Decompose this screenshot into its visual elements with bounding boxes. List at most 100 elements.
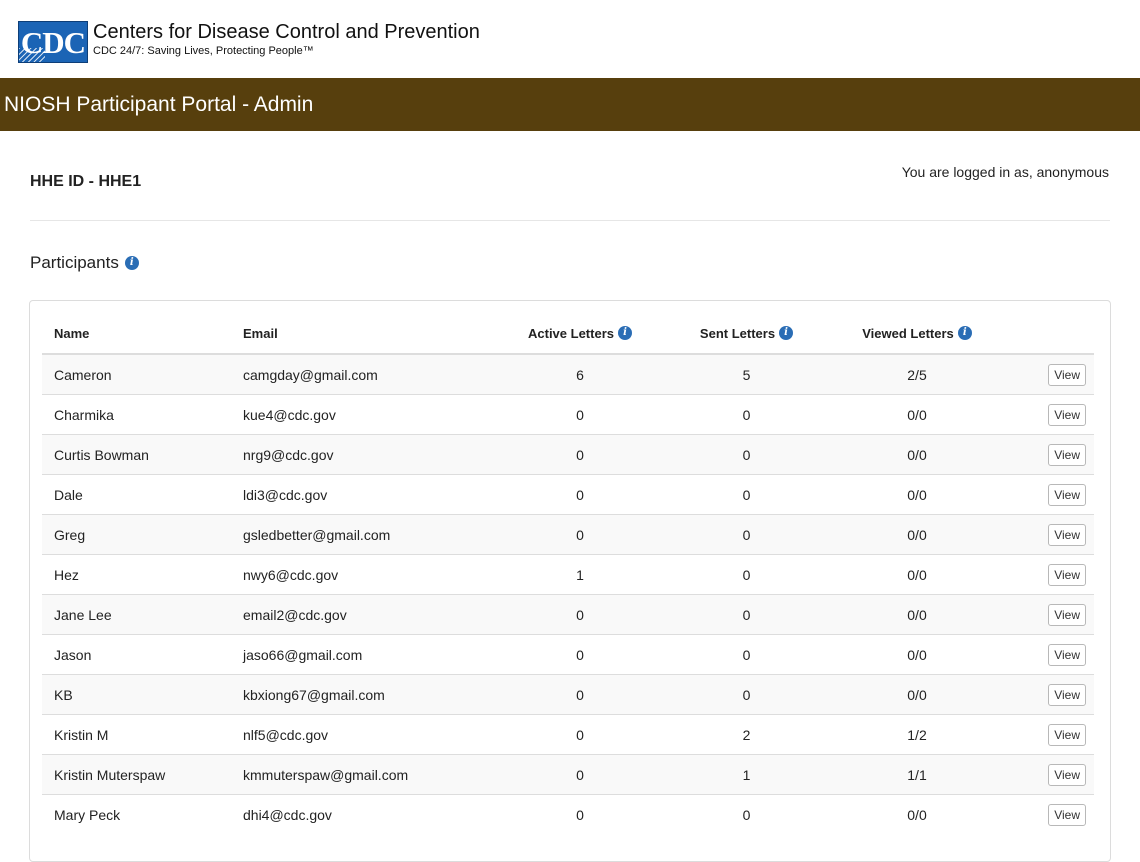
active-letters-count: 6 bbox=[481, 353, 679, 395]
row-actions: View bbox=[1020, 474, 1094, 515]
column-header-actions bbox=[1020, 313, 1094, 355]
viewed-letters-ratio: 0/0 bbox=[814, 594, 1020, 635]
participant-email: kmmuterspaw@gmail.com bbox=[231, 754, 481, 795]
row-actions: View bbox=[1020, 394, 1094, 435]
participants-panel: Name Email Active Letters i Sent Letters i… bbox=[29, 300, 1111, 862]
table-row: KB kbxiong67@gmail.com 0 0 0/0 View bbox=[42, 674, 1094, 715]
participant-email: gsledbetter@gmail.com bbox=[231, 514, 481, 555]
participant-name: Dale bbox=[42, 474, 231, 515]
active-letters-count: 0 bbox=[481, 514, 679, 555]
sent-letters-count: 0 bbox=[679, 594, 814, 635]
view-button[interactable]: View bbox=[1048, 403, 1086, 426]
row-actions: View bbox=[1020, 594, 1094, 635]
participant-email: kue4@cdc.gov bbox=[231, 394, 481, 435]
viewed-letters-ratio: 0/0 bbox=[814, 514, 1020, 555]
row-actions: View bbox=[1020, 754, 1094, 795]
participant-email: email2@cdc.gov bbox=[231, 594, 481, 635]
table-row: Kristin Muterspaw kmmuterspaw@gmail.com 0 1… bbox=[42, 754, 1094, 795]
column-header-email: Email bbox=[231, 313, 481, 355]
sent-letters-count: 0 bbox=[679, 434, 814, 475]
portal-title-bar: NIOSH Participant Portal - Admin bbox=[0, 78, 1140, 131]
participant-name: Kristin Muterspaw bbox=[42, 754, 231, 795]
view-button[interactable]: View bbox=[1048, 603, 1086, 626]
participants-table: Name Email Active Letters i Sent Letters i… bbox=[42, 313, 1094, 834]
view-button[interactable]: View bbox=[1048, 523, 1086, 546]
participant-name: Charmika bbox=[42, 394, 231, 435]
participant-email: nrg9@cdc.gov bbox=[231, 434, 481, 475]
sent-letters-count: 0 bbox=[679, 674, 814, 715]
viewed-letters-ratio: 0/0 bbox=[814, 434, 1020, 475]
sent-letters-count: 0 bbox=[679, 554, 814, 595]
participant-name: Mary Peck bbox=[42, 794, 231, 834]
table-row: Curtis Bowman nrg9@cdc.gov 0 0 0/0 View bbox=[42, 434, 1094, 475]
info-icon[interactable]: i bbox=[124, 256, 139, 270]
participant-name: Kristin M bbox=[42, 714, 231, 755]
viewed-letters-ratio: 0/0 bbox=[814, 554, 1020, 595]
active-letters-count: 1 bbox=[481, 554, 679, 595]
table-row: Hez nwy6@cdc.gov 1 0 0/0 View bbox=[42, 554, 1094, 595]
participant-email: nwy6@cdc.gov bbox=[231, 554, 481, 595]
viewed-letters-ratio: 1/1 bbox=[814, 754, 1020, 795]
sent-letters-count: 0 bbox=[679, 634, 814, 675]
org-name[interactable]: Centers for Disease Control and Preventi… bbox=[93, 22, 480, 42]
cdc-logo[interactable]: CDC bbox=[18, 21, 88, 63]
view-button[interactable]: View bbox=[1048, 483, 1086, 506]
row-actions: View bbox=[1020, 794, 1094, 834]
column-header-viewed-letters: Viewed Letters i bbox=[814, 313, 1020, 355]
view-button[interactable]: View bbox=[1048, 723, 1086, 746]
portal-title: NIOSH Participant Portal - Admin bbox=[4, 92, 314, 116]
view-button[interactable]: View bbox=[1048, 563, 1086, 586]
viewed-letters-ratio: 1/2 bbox=[814, 714, 1020, 755]
login-status: You are logged in as, anonymous bbox=[901, 164, 1109, 180]
participant-name: Jason bbox=[42, 634, 231, 675]
row-actions: View bbox=[1020, 634, 1094, 675]
info-icon[interactable]: i bbox=[617, 326, 632, 340]
column-header-sent-letters: Sent Letters i bbox=[679, 313, 814, 355]
info-icon[interactable]: i bbox=[957, 326, 972, 340]
table-row: Greg gsledbetter@gmail.com 0 0 0/0 View bbox=[42, 514, 1094, 555]
participant-email: camgday@gmail.com bbox=[231, 353, 481, 395]
row-actions: View bbox=[1020, 554, 1094, 595]
table-row: Cameron camgday@gmail.com 6 5 2/5 View bbox=[42, 353, 1094, 395]
participant-email: nlf5@cdc.gov bbox=[231, 714, 481, 755]
table-row: Charmika kue4@cdc.gov 0 0 0/0 View bbox=[42, 394, 1094, 435]
participants-title: Participants bbox=[30, 253, 119, 272]
sent-letters-count: 1 bbox=[679, 754, 814, 795]
logo-stripes bbox=[19, 48, 45, 62]
sent-letters-count: 2 bbox=[679, 714, 814, 755]
viewed-letters-ratio: 0/0 bbox=[814, 674, 1020, 715]
viewed-letters-ratio: 2/5 bbox=[814, 353, 1020, 395]
view-button[interactable]: View bbox=[1048, 443, 1086, 466]
active-letters-count: 0 bbox=[481, 674, 679, 715]
participants-heading: Participants i bbox=[30, 253, 139, 273]
view-button[interactable]: View bbox=[1048, 763, 1086, 786]
view-button[interactable]: View bbox=[1048, 643, 1086, 666]
viewed-letters-ratio: 0/0 bbox=[814, 794, 1020, 834]
section-divider bbox=[30, 220, 1110, 221]
participant-email: kbxiong67@gmail.com bbox=[231, 674, 481, 715]
sent-letters-count: 0 bbox=[679, 474, 814, 515]
info-icon[interactable]: i bbox=[779, 326, 794, 340]
active-letters-count: 0 bbox=[481, 434, 679, 475]
viewed-letters-ratio: 0/0 bbox=[814, 634, 1020, 675]
sent-letters-count: 0 bbox=[679, 794, 814, 834]
active-letters-count: 0 bbox=[481, 714, 679, 755]
row-actions: View bbox=[1020, 434, 1094, 475]
view-button[interactable]: View bbox=[1048, 683, 1086, 706]
participant-email: ldi3@cdc.gov bbox=[231, 474, 481, 515]
view-button[interactable]: View bbox=[1048, 363, 1086, 386]
sent-letters-count: 0 bbox=[679, 514, 814, 555]
active-letters-count: 0 bbox=[481, 474, 679, 515]
active-letters-count: 0 bbox=[481, 634, 679, 675]
row-actions: View bbox=[1020, 514, 1094, 555]
participant-name: Jane Lee bbox=[42, 594, 231, 635]
row-actions: View bbox=[1020, 353, 1094, 395]
active-letters-count: 0 bbox=[481, 754, 679, 795]
participant-email: dhi4@cdc.gov bbox=[231, 794, 481, 834]
table-row: Dale ldi3@cdc.gov 0 0 0/0 View bbox=[42, 474, 1094, 515]
active-letters-count: 0 bbox=[481, 594, 679, 635]
org-tagline: CDC 24/7: Saving Lives, Protecting Peopl… bbox=[93, 45, 314, 57]
participant-name: Hez bbox=[42, 554, 231, 595]
view-button[interactable]: View bbox=[1048, 803, 1086, 826]
participant-name: Curtis Bowman bbox=[42, 434, 231, 475]
